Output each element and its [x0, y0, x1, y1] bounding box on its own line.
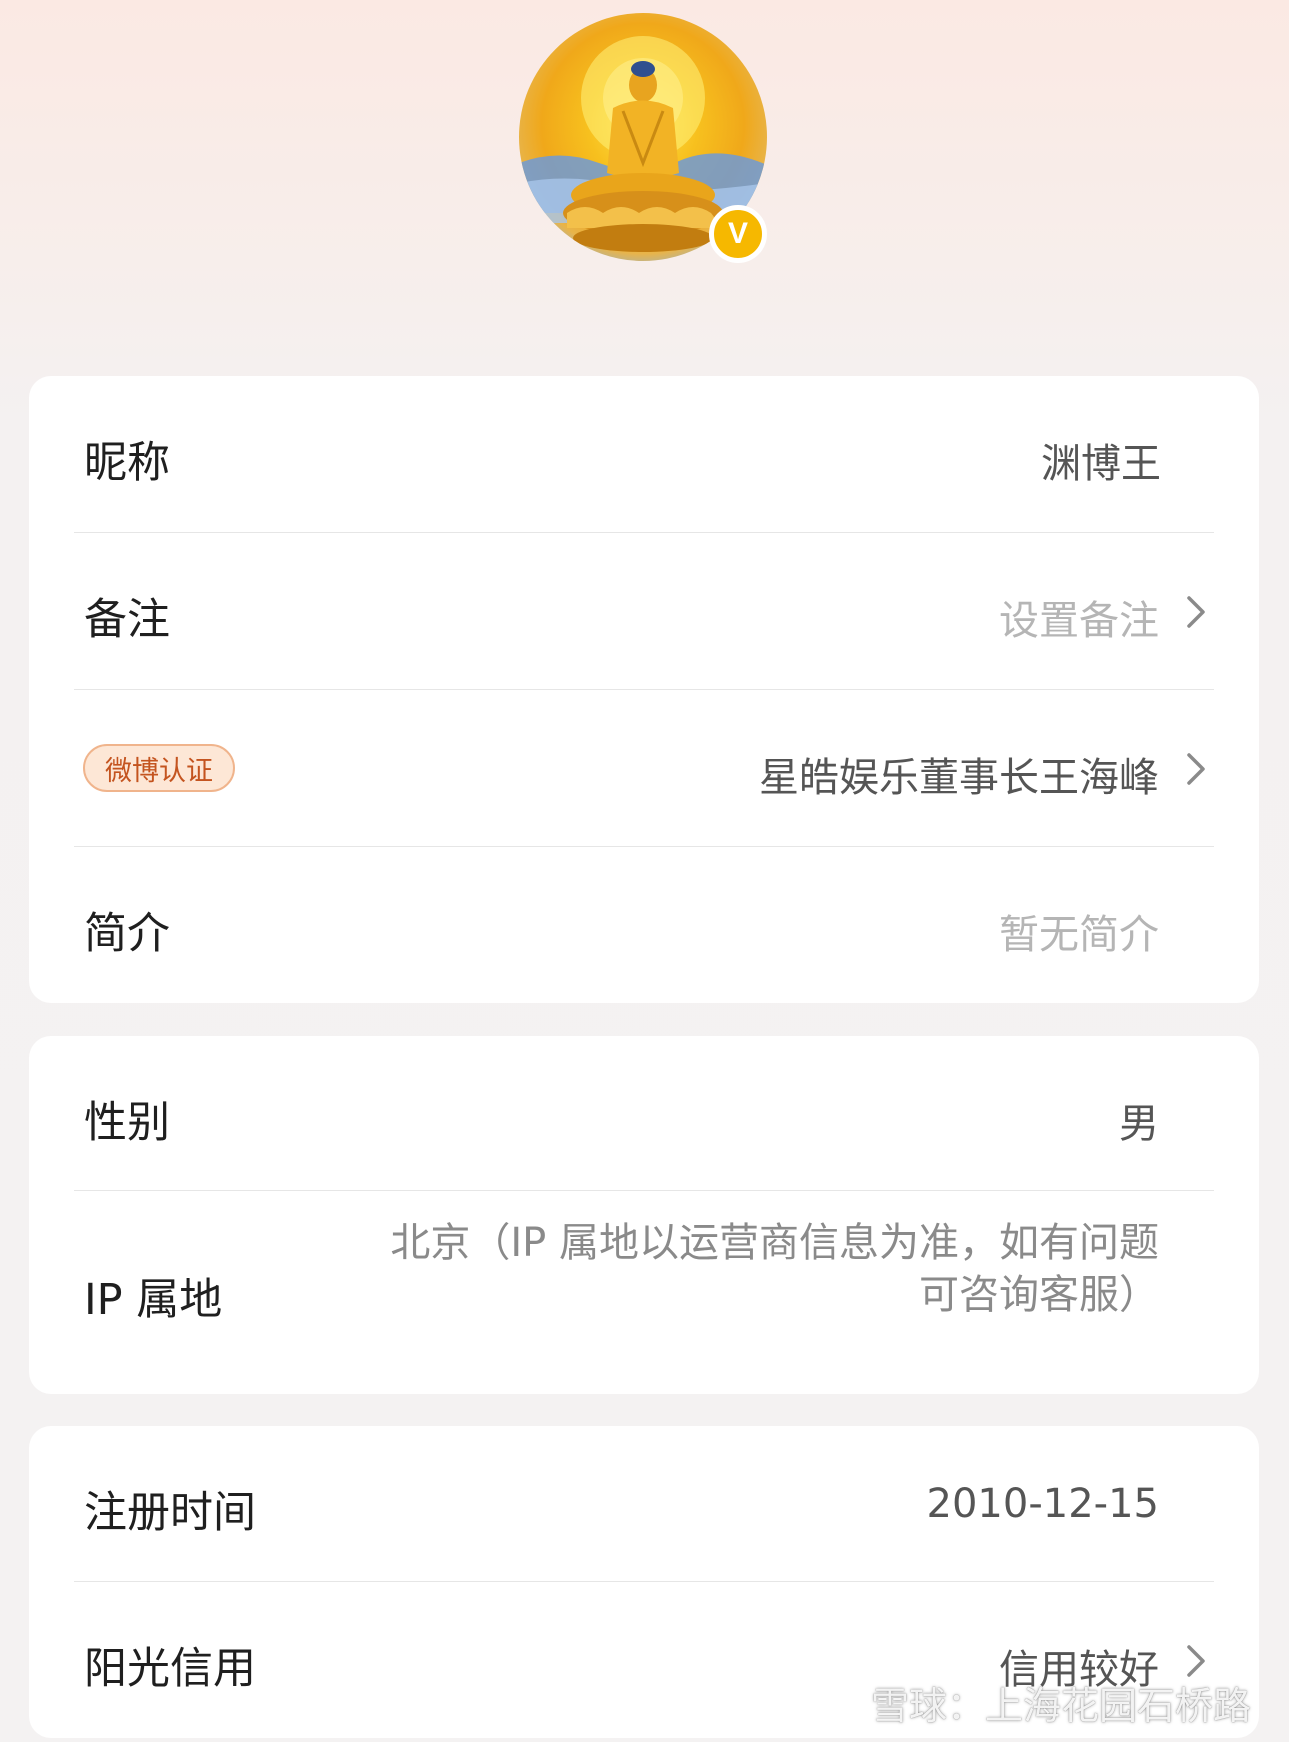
- remark-value: 设置备注: [999, 598, 1159, 644]
- watermark-text: 雪球：上海花园石桥路: [870, 1684, 1251, 1728]
- row-certification[interactable]: 微博认证 星皓娱乐董事长王海峰: [29, 690, 1259, 847]
- ip-value: 北京（IP 属地以运营商信息为准，如有问题 可咨询客服）: [390, 1217, 1159, 1321]
- row-bio[interactable]: 简介 暂无简介: [29, 847, 1259, 1003]
- nickname-label: 昵称: [84, 438, 170, 488]
- row-remark[interactable]: 备注 设置备注: [29, 533, 1259, 690]
- register-time-label: 注册时间: [84, 1488, 256, 1538]
- row-gender[interactable]: 性别 男: [29, 1036, 1259, 1191]
- remark-label: 备注: [84, 595, 170, 645]
- row-nickname[interactable]: 昵称 渊博王: [29, 376, 1259, 532]
- snowball-logo-icon: [818, 1688, 859, 1718]
- personal-info-card: 性别 男 IP 属地 北京（IP 属地以运营商信息为准，如有问题 可咨询客服）: [29, 1036, 1259, 1394]
- cert-value: 星皓娱乐董事长王海峰: [759, 755, 1159, 801]
- bio-value: 暂无简介: [999, 912, 1159, 958]
- chevron-right-icon: [1187, 753, 1205, 785]
- bio-label: 简介: [84, 909, 170, 959]
- ip-value-line2: 可咨询客服）: [919, 1272, 1159, 1318]
- nickname-value: 渊博王: [1041, 441, 1161, 487]
- ip-value-line1: 北京（IP 属地以运营商信息为准，如有问题: [390, 1220, 1159, 1266]
- basic-info-card: 昵称 渊博王 备注 设置备注 微博认证 星皓娱乐董事长王海峰 简介 暂无简介: [29, 376, 1259, 1003]
- watermark: 雪球：上海花园石桥路: [817, 1675, 1251, 1730]
- profile-header: V: [0, 0, 1289, 375]
- gender-label: 性别: [84, 1098, 170, 1148]
- gender-value: 男: [1119, 1101, 1159, 1147]
- weibo-cert-badge: 微博认证: [83, 744, 235, 792]
- ip-label: IP 属地: [84, 1275, 223, 1325]
- register-time-value: 2010-12-15: [926, 1481, 1159, 1527]
- row-register-time: 注册时间 2010-12-15: [29, 1426, 1259, 1581]
- chevron-right-icon: [1187, 596, 1205, 628]
- verified-badge: V: [709, 205, 767, 263]
- credit-label: 阳光信用: [84, 1644, 256, 1694]
- avatar-container[interactable]: V: [519, 13, 767, 263]
- row-ip-location: IP 属地 北京（IP 属地以运营商信息为准，如有问题 可咨询客服）: [29, 1191, 1259, 1394]
